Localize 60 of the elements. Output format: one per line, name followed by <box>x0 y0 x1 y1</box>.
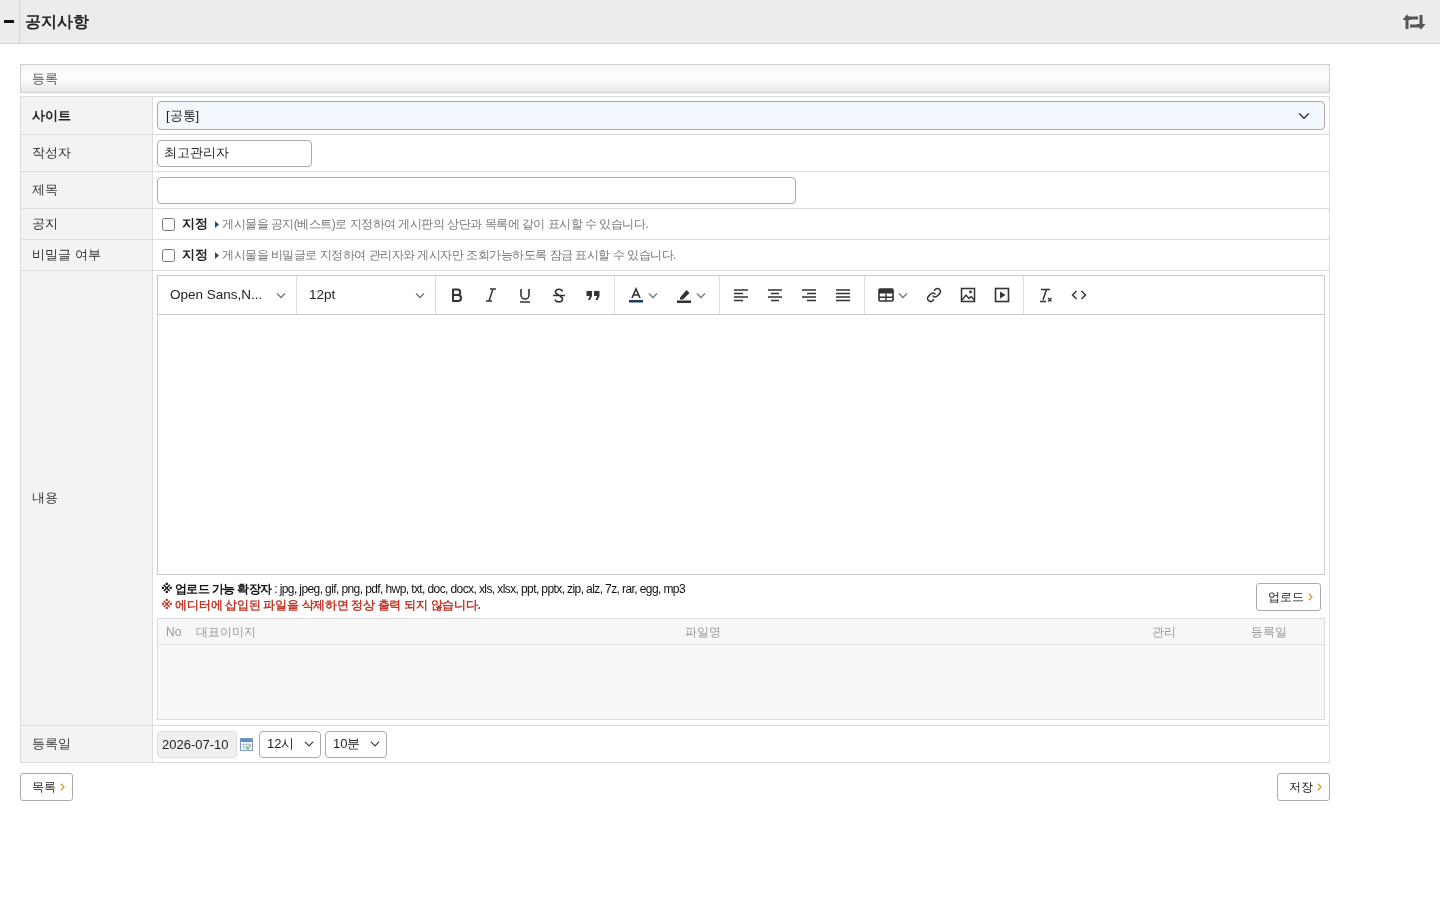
field-label: 사이트 <box>21 97 153 134</box>
underline-icon[interactable] <box>517 287 533 303</box>
date-field[interactable]: 2026-07-10 <box>157 730 237 758</box>
table-icon[interactable] <box>878 287 894 303</box>
upload-note: ※ 업로드 가능 확장자 : jpg, jpeg, gif, png, pdf, hwp, txt, doc, docx, xls, xlsx, ppt, pptx, zip, alz, 7z, rar, egg, mp3 <box>161 581 685 597</box>
checkbox[interactable] <box>162 248 175 262</box>
text-field[interactable] <box>157 176 796 204</box>
save-button[interactable]: 저장 <box>1277 773 1330 801</box>
caret-icon[interactable] <box>415 291 425 299</box>
minute-select[interactable]: 10분 <box>325 730 387 758</box>
chevron-icon <box>1308 593 1313 601</box>
checkbox[interactable] <box>162 217 175 231</box>
hint-text: 게시물을 비밀글로 지정하여 관리자와 게시자만 조회가능하도록 잠금 표시할 수 있습니다. <box>222 247 676 264</box>
field-label: 작성자 <box>21 135 153 171</box>
italic-icon[interactable] <box>483 287 499 303</box>
upload-button[interactable]: 업로드 <box>1256 583 1321 611</box>
warning-text: ※ 에디터에 삽입된 파일을 삭제하면 정상 출력 되지 않습니다. <box>161 597 482 613</box>
field-label: 내용 <box>21 271 153 725</box>
section-title: 등록 <box>32 69 58 88</box>
align-center-icon[interactable] <box>767 287 783 303</box>
link-icon[interactable] <box>926 287 942 303</box>
font-size-select[interactable]: 12pt <box>297 276 436 314</box>
caret-icon[interactable] <box>696 291 706 299</box>
video-icon[interactable] <box>994 287 1010 303</box>
caret-icon[interactable] <box>276 291 286 299</box>
text-color-icon[interactable] <box>628 287 644 303</box>
caret-icon[interactable] <box>898 291 908 299</box>
dropdown[interactable]: [공통] <box>157 101 1325 130</box>
checkbox-label[interactable]: 지정 <box>182 245 208 265</box>
caret-icon[interactable] <box>648 291 658 299</box>
align-right-icon[interactable] <box>801 287 817 303</box>
calendar-icon[interactable] <box>240 737 253 751</box>
chevron-icon <box>1317 783 1322 791</box>
chevron-icon <box>60 783 65 791</box>
repeat-arrows-icon[interactable] <box>1402 13 1426 30</box>
field-label: 등록일 <box>21 726 153 762</box>
hour-select[interactable]: 12시 <box>259 730 321 758</box>
highlighter-icon[interactable] <box>676 287 692 303</box>
font-select[interactable]: Open Sans,N... <box>158 276 297 314</box>
page-title: 공지사항 <box>25 11 89 32</box>
column-header: 파일명 <box>684 623 721 641</box>
field-label: 비밀글 여부 <box>21 240 153 270</box>
clear-format-icon[interactable] <box>1037 287 1053 303</box>
field-label: 제목 <box>21 172 153 208</box>
triangle-icon <box>215 251 219 259</box>
align-justify-icon[interactable] <box>835 287 851 303</box>
align-left-icon[interactable] <box>733 287 749 303</box>
bold-icon[interactable] <box>449 287 465 303</box>
triangle-icon <box>215 220 219 228</box>
list-button[interactable]: 목록 <box>20 773 73 801</box>
checkbox-label[interactable]: 지정 <box>182 214 208 234</box>
column-header: 대표이미지 <box>195 623 257 641</box>
field-label: 공지 <box>21 209 153 239</box>
column-header: 관리 <box>1152 623 1176 641</box>
strikethrough-icon[interactable] <box>551 287 567 303</box>
column-header: 등록일 <box>1251 623 1287 641</box>
hint-text: 게시물을 공지(베스트)로 지정하여 게시판의 상단과 목록에 같이 표시할 수 있습니다. <box>222 216 649 233</box>
column-header: No <box>165 623 183 641</box>
text-field[interactable]: 최고관리자 <box>157 139 312 167</box>
image-icon[interactable] <box>960 287 976 303</box>
